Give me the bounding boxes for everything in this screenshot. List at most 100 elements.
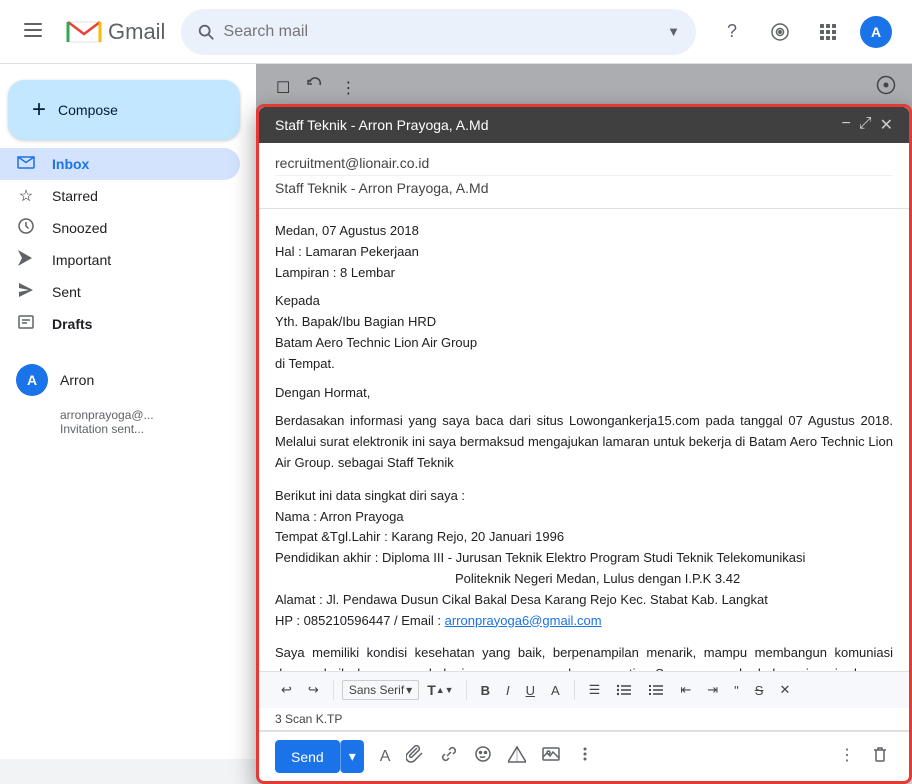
attach-button[interactable] [402, 741, 428, 772]
sidebar-item-starred[interactable]: ☆ Starred [0, 180, 240, 212]
top-bar: Gmail ▼ ? [0, 0, 912, 64]
remove-format-button[interactable]: ✕ [773, 678, 796, 702]
inbox-label: Inbox [52, 156, 224, 172]
email-line: Dengan Hormat, [275, 383, 893, 404]
gmail-text: Gmail [108, 19, 165, 45]
settings-button[interactable] [760, 12, 800, 52]
menu-icon[interactable] [16, 13, 50, 50]
email-line: Kepada [275, 291, 893, 312]
email-link[interactable]: arronprayoga6@gmail.com [445, 613, 602, 628]
send-button-group: Send ▾ [275, 740, 364, 773]
bullets-unordered-button[interactable] [642, 678, 670, 702]
email-line: Politeknik Negeri Medan, Lulus dengan I.… [275, 569, 893, 590]
avatar-button[interactable]: A [856, 12, 896, 52]
send-button[interactable]: Send [275, 740, 340, 773]
subject-field: Staff Teknik - Arron Prayoga, A.Md [275, 176, 893, 200]
email-line: Berikut ini data singkat diri saya : [275, 486, 893, 507]
modal-formatting-toolbar: ↩ ↪ Sans Serif ▾ T▲▼ B I U A [259, 671, 909, 708]
drafts-icon [16, 313, 36, 336]
star-icon: ☆ [16, 186, 36, 206]
search-dropdown-icon[interactable]: ▼ [667, 24, 680, 39]
toolbar-separator [333, 680, 334, 700]
photo-button[interactable] [538, 741, 564, 772]
sidebar-item-sent[interactable]: Sent [0, 276, 240, 308]
delete-draft-button[interactable] [867, 741, 893, 772]
modal-expand-button[interactable]: ⤢ [859, 115, 872, 135]
modal-title: Staff Teknik - Arron Prayoga, A.Md [275, 117, 841, 133]
bold-button[interactable]: B [475, 679, 496, 702]
footer-icons: A [376, 741, 599, 772]
email-line: Nama : Arron Prayoga [275, 507, 893, 528]
modal-fields: recruitment@lionair.co.id Staff Teknik -… [259, 143, 909, 209]
quote-button[interactable]: " [728, 679, 745, 702]
compose-button[interactable]: + Compose [8, 80, 240, 140]
email-line: Tempat &Tgl.Lahir : Karang Rejo, 20 Janu… [275, 527, 893, 548]
sidebar-item-snoozed[interactable]: Snoozed [0, 212, 240, 244]
sidebar-item-drafts[interactable]: Drafts [0, 308, 240, 340]
user-email: arronprayoga@... Invitation sent... [0, 404, 256, 440]
email-paragraph: Berdasakan informasi yang saya baca dari… [275, 411, 893, 473]
sidebar-item-important[interactable]: Important [0, 244, 240, 276]
top-icons: ? A [712, 12, 896, 52]
indent-decrease-button[interactable]: ⇤ [674, 678, 697, 702]
modal-minimize-button[interactable]: − [841, 115, 850, 135]
to-field: recruitment@lionair.co.id [275, 151, 893, 176]
snoozed-icon [16, 217, 36, 240]
italic-button[interactable]: I [500, 679, 516, 702]
redo-button[interactable]: ↪ [302, 678, 325, 702]
sidebar-item-inbox[interactable]: Inbox [0, 148, 240, 180]
font-selector[interactable]: Sans Serif ▾ [342, 680, 419, 700]
toolbar-separator [574, 680, 575, 700]
inbox-icon [16, 152, 36, 177]
modal-header-actions: − ⤢ ✕ [841, 115, 893, 135]
sent-label: Sent [52, 284, 224, 300]
email-modal: Staff Teknik - Arron Prayoga, A.Md − ⤢ ✕… [256, 104, 912, 784]
strikethrough-button[interactable]: S [749, 679, 770, 702]
modal-close-button[interactable]: ✕ [880, 115, 893, 135]
toolbar-separator [466, 680, 467, 700]
more-footer-button[interactable]: ⋮ [835, 741, 859, 772]
email-line: Medan, 07 Agustus 2018 [275, 221, 893, 242]
modal-header: Staff Teknik - Arron Prayoga, A.Md − ⤢ ✕ [259, 107, 909, 143]
more-options-footer-button[interactable] [572, 741, 598, 772]
indent-increase-button[interactable]: ⇥ [701, 678, 724, 702]
email-line: Yth. Bapak/Ibu Bagian HRD [275, 312, 893, 333]
modal-body: Medan, 07 Agustus 2018 Hal : Lamaran Pek… [259, 209, 909, 671]
help-button[interactable]: ? [712, 12, 752, 52]
user-avatar: A [860, 16, 892, 48]
apps-button[interactable] [808, 12, 848, 52]
font-size-button[interactable]: T▲▼ [423, 680, 457, 700]
modal-overlay: Staff Teknik - Arron Prayoga, A.Md − ⤢ ✕… [256, 64, 912, 759]
underline-button[interactable]: U [520, 679, 541, 702]
user-name: Arron [60, 372, 94, 388]
email-line-hp: HP : 085210596447 / Email : arronprayoga… [275, 611, 893, 632]
text-color-button[interactable]: A [545, 679, 566, 702]
starred-label: Starred [52, 188, 224, 204]
bullets-ordered-button[interactable] [610, 678, 638, 702]
emoji-button[interactable] [470, 741, 496, 772]
send-caret-button[interactable]: ▾ [340, 740, 364, 773]
align-button[interactable]: ☰ [583, 678, 607, 702]
email-area: ☐ ⋮ ☆ 1:30 AM ☆ Jul 13 [256, 64, 912, 759]
email-line: Hal : Lamaran Pekerjaan [275, 242, 893, 263]
user-account[interactable]: A Arron [0, 356, 256, 404]
main-layout: + Compose Inbox ☆ Starred Snoozed Import… [0, 64, 912, 759]
sidebar: + Compose Inbox ☆ Starred Snoozed Import… [0, 64, 256, 759]
search-icon [197, 22, 215, 42]
search-bar[interactable]: ▼ [181, 9, 696, 55]
format-text-button[interactable]: A [376, 744, 395, 770]
gmail-logo: Gmail [66, 18, 165, 46]
email-line: Alamat : Jl. Pendawa Dusun Cikal Bakal D… [275, 590, 893, 611]
undo-button[interactable]: ↩ [275, 678, 298, 702]
email-paragraph: Saya memiliki kondisi kesehatan yang bai… [275, 643, 893, 671]
email-line: Batam Aero Technic Lion Air Group [275, 333, 893, 354]
sent-icon [16, 281, 36, 304]
scan-label: 3 Scan K.TP [259, 708, 909, 731]
compose-plus-icon: + [32, 96, 46, 124]
compose-label: Compose [58, 102, 118, 118]
snoozed-label: Snoozed [52, 220, 224, 236]
link-button[interactable] [436, 741, 462, 772]
drive-button[interactable] [504, 741, 530, 772]
search-input[interactable] [224, 23, 660, 41]
email-line: Lampiran : 8 Lembar [275, 263, 893, 284]
